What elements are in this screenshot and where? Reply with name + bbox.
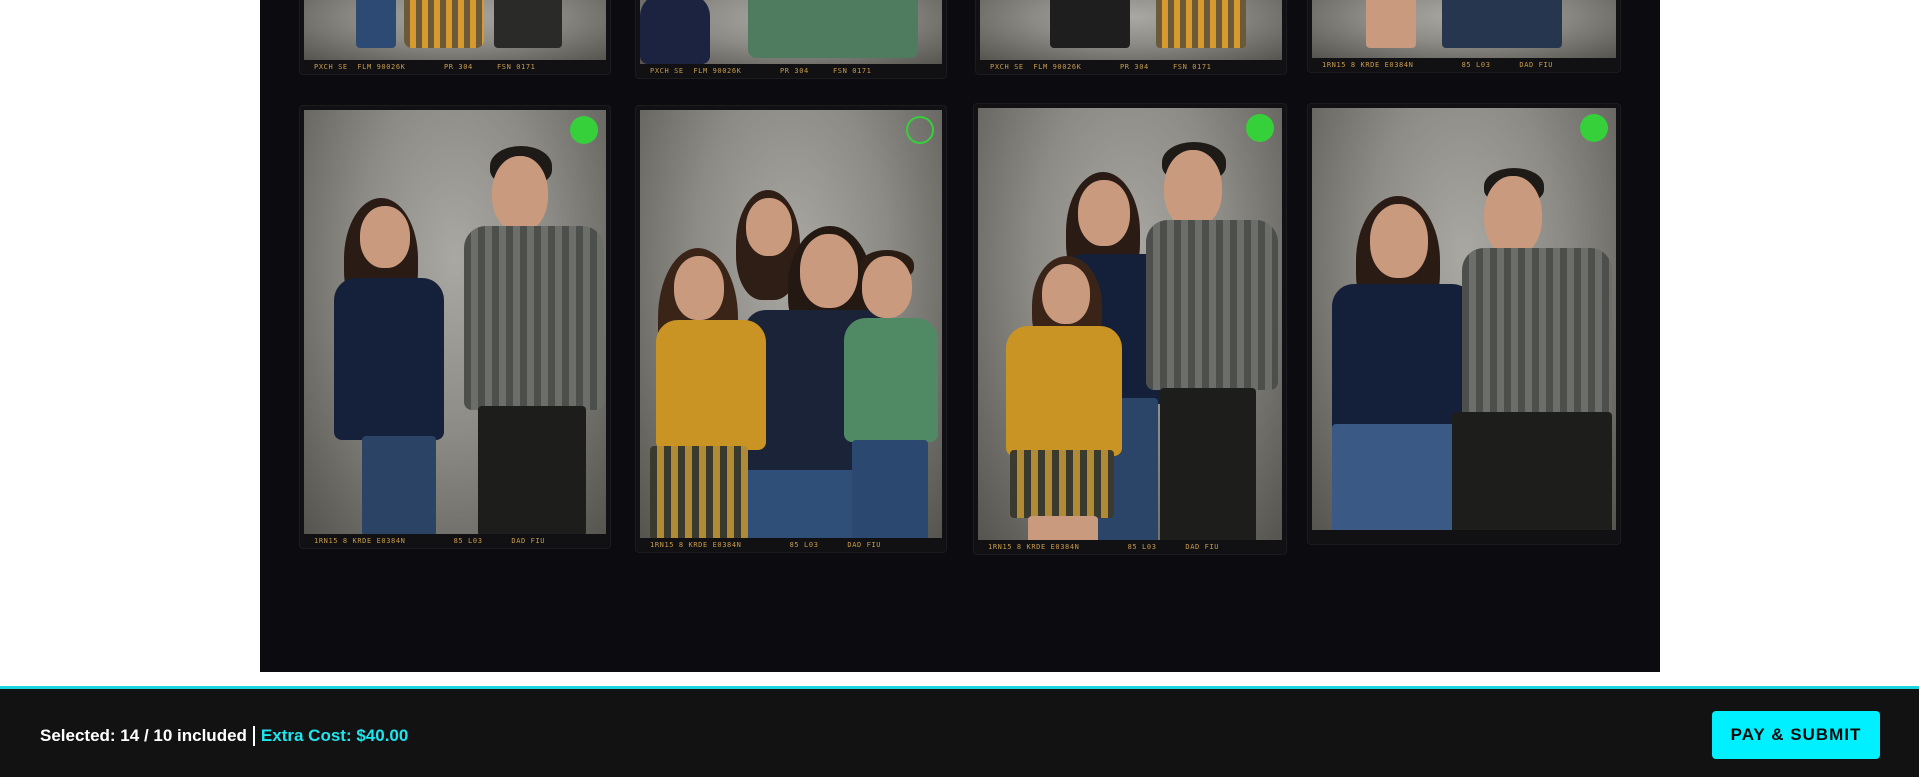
checkout-bar: Selected: 14 / 10 included Extra Cost: $… xyxy=(0,686,1919,777)
photo-card[interactable]: 1RN15 8 KRDE E0384N 85 L03 DAD FIU xyxy=(974,104,1286,554)
photo-image xyxy=(640,0,942,64)
selected-indicator[interactable] xyxy=(570,116,598,144)
pay-and-submit-button[interactable]: PAY & SUBMIT xyxy=(1712,711,1880,759)
photo-card[interactable] xyxy=(1308,104,1620,544)
film-edge-text: 1RN15 8 KRDE E0384N 85 L03 DAD FIU xyxy=(988,543,1220,551)
extra-cost: Extra Cost: $40.00 xyxy=(260,726,409,745)
photo-card[interactable]: 1RN15 8 KRDE E0384N 85 L03 DAD FIU xyxy=(1308,0,1620,72)
photo-image xyxy=(1312,0,1616,58)
photo-image xyxy=(980,0,1282,60)
photo-image xyxy=(304,0,606,60)
selected-count: Selected: 14 / 10 included xyxy=(40,726,247,745)
photo-image xyxy=(640,110,942,538)
photo-card[interactable]: PXCH SE FLM 90026K PR 304 FSN 0171 xyxy=(300,0,610,74)
photo-card[interactable]: PXCH SE FLM 90026K PR 304 FSN 0171 xyxy=(976,0,1286,74)
photo-gallery: PXCH SE FLM 90026K PR 304 FSN 0171 PXCH … xyxy=(260,0,1660,672)
photo-image xyxy=(1312,108,1616,530)
film-edge-text: 1RN15 8 KRDE E0384N 85 L03 DAD FIU xyxy=(650,541,882,549)
divider xyxy=(252,726,255,746)
selected-indicator[interactable] xyxy=(1246,114,1274,142)
photo-image xyxy=(978,108,1282,540)
film-edge-text: 1RN15 8 KRDE E0384N 85 L03 DAD FIU xyxy=(314,537,546,545)
film-edge-text: PXCH SE FLM 90026K PR 304 FSN 0171 xyxy=(990,63,1212,71)
film-edge-text: PXCH SE FLM 90026K PR 304 FSN 0171 xyxy=(650,67,872,75)
film-edge-text: PXCH SE FLM 90026K PR 304 FSN 0171 xyxy=(314,63,536,71)
photo-card[interactable]: 1RN15 8 KRDE E0384N 85 L03 DAD FIU xyxy=(300,106,610,548)
unselected-indicator[interactable] xyxy=(906,116,934,144)
selection-summary: Selected: 14 / 10 included Extra Cost: $… xyxy=(40,726,408,746)
film-edge-text: 1RN15 8 KRDE E0384N 85 L03 DAD FIU xyxy=(1322,61,1554,69)
photo-card[interactable]: 1RN15 8 KRDE E0384N 85 L03 DAD FIU xyxy=(636,106,946,552)
photo-card[interactable]: PXCH SE FLM 90026K PR 304 FSN 0171 xyxy=(636,0,946,78)
selected-indicator[interactable] xyxy=(1580,114,1608,142)
photo-image xyxy=(304,110,606,534)
